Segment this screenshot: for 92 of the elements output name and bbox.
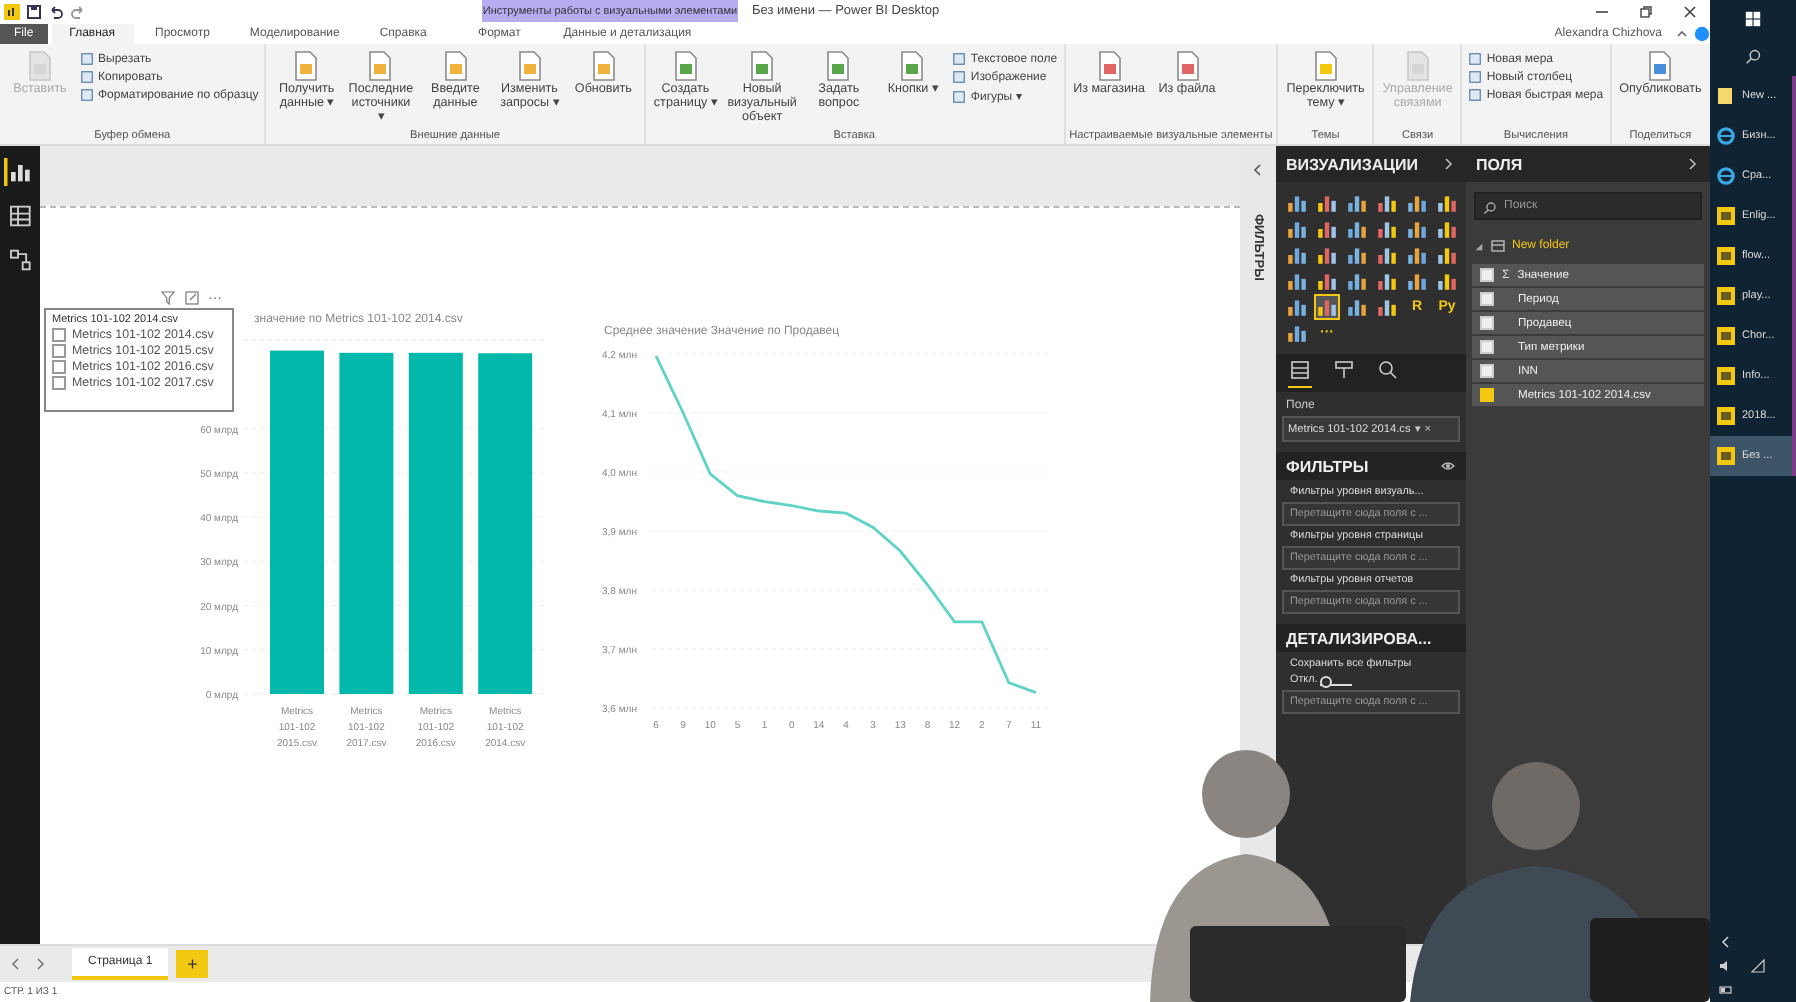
browser-icon bbox=[1716, 166, 1736, 186]
document-icon bbox=[292, 50, 321, 82]
undo-icon[interactable] bbox=[48, 3, 64, 19]
chart-type-icon[interactable] bbox=[1346, 192, 1368, 214]
pane-title: ПОЛЯ bbox=[1476, 155, 1523, 173]
browser-icon bbox=[1716, 126, 1736, 146]
chart-type-icon[interactable] bbox=[1436, 192, 1458, 214]
checkbox[interactable] bbox=[52, 344, 66, 358]
chevron-right-icon[interactable] bbox=[1684, 156, 1700, 172]
add-page-button[interactable]: + bbox=[176, 950, 209, 978]
filter-icon[interactable] bbox=[160, 290, 176, 306]
checkbox[interactable] bbox=[1480, 268, 1494, 282]
chart-type-icon[interactable] bbox=[1376, 244, 1398, 266]
restore-icon[interactable] bbox=[1638, 3, 1654, 19]
chart-type-icon[interactable] bbox=[1286, 244, 1308, 266]
document-icon bbox=[1095, 50, 1124, 82]
chart-type-icon[interactable] bbox=[1376, 192, 1398, 214]
help-icon[interactable] bbox=[1694, 25, 1710, 41]
document-icon bbox=[1646, 50, 1675, 82]
chart-type-icon[interactable] bbox=[1316, 218, 1338, 240]
expanded-caret-icon[interactable] bbox=[1474, 241, 1484, 251]
chart-type-icon[interactable] bbox=[1286, 270, 1308, 292]
chart-type-icon[interactable] bbox=[1346, 244, 1368, 266]
redo-icon[interactable] bbox=[70, 3, 86, 19]
document-icon bbox=[824, 50, 853, 82]
table-icon[interactable] bbox=[4, 202, 32, 230]
chart-type-icon[interactable] bbox=[1436, 244, 1458, 266]
close-icon[interactable] bbox=[1682, 3, 1698, 19]
search-icon[interactable] bbox=[1744, 48, 1762, 66]
chart-type-icon[interactable] bbox=[1286, 218, 1308, 240]
document-icon bbox=[671, 50, 700, 82]
filters-title: ФИЛЬТРЫ bbox=[1286, 457, 1369, 475]
chart-type-icon[interactable] bbox=[1406, 192, 1428, 214]
checkbox[interactable] bbox=[1480, 340, 1494, 354]
document-icon bbox=[366, 50, 395, 82]
collapse-ribbon-icon[interactable] bbox=[1674, 25, 1690, 41]
chart-type-icon[interactable] bbox=[1316, 244, 1338, 266]
laptop-drawing bbox=[1590, 918, 1710, 1002]
signal-icon[interactable] bbox=[1750, 958, 1766, 974]
chart-type-icon[interactable] bbox=[1316, 270, 1338, 292]
table-icon bbox=[1490, 238, 1506, 254]
battery-icon[interactable] bbox=[1718, 982, 1734, 998]
next-page-icon[interactable] bbox=[32, 956, 48, 972]
document-icon bbox=[748, 50, 777, 82]
save-icon[interactable] bbox=[26, 3, 42, 19]
checkbox[interactable] bbox=[52, 376, 66, 390]
diagram-icon[interactable] bbox=[4, 246, 32, 274]
checkbox[interactable] bbox=[1480, 292, 1494, 306]
chart-type-icon[interactable] bbox=[1346, 270, 1368, 292]
chart-type-icon[interactable] bbox=[1406, 244, 1428, 266]
folder-icon bbox=[1716, 86, 1736, 106]
chart-type-icon[interactable] bbox=[1376, 270, 1398, 292]
search-icon bbox=[1482, 200, 1498, 216]
chart-type-icon[interactable] bbox=[1376, 218, 1398, 240]
toggle-switch[interactable] bbox=[1319, 674, 1352, 686]
chart-type-icon[interactable] bbox=[1286, 296, 1308, 318]
chart-type-icon[interactable] bbox=[1346, 296, 1368, 318]
chart-type-icon[interactable] bbox=[1406, 218, 1428, 240]
previous-page-icon[interactable] bbox=[8, 956, 24, 972]
chart-type-icon[interactable] bbox=[1376, 296, 1398, 318]
chart-type-icon[interactable] bbox=[1316, 296, 1338, 318]
document-icon bbox=[898, 50, 927, 82]
windows-logo-icon[interactable] bbox=[1744, 10, 1762, 28]
chevron-left-icon[interactable] bbox=[1250, 162, 1266, 178]
document-icon bbox=[515, 50, 544, 82]
drillthrough-title: ДЕТАЛИЗИРОВА... bbox=[1286, 629, 1432, 647]
checkbox[interactable] bbox=[1480, 316, 1494, 330]
chart-type-icon[interactable] bbox=[1406, 270, 1428, 292]
document-icon bbox=[589, 50, 618, 82]
chart-type-icon[interactable] bbox=[1436, 270, 1458, 292]
document-icon bbox=[441, 50, 470, 82]
document-icon bbox=[1311, 50, 1340, 82]
pane-title: ВИЗУАЛИЗАЦИИ bbox=[1286, 155, 1418, 173]
chart-type-icon[interactable] bbox=[1436, 218, 1458, 240]
checkbox[interactable] bbox=[1480, 364, 1494, 378]
eye-icon[interactable] bbox=[1440, 458, 1456, 474]
chart-type-icon[interactable] bbox=[1316, 192, 1338, 214]
checkbox[interactable] bbox=[52, 360, 66, 374]
app-logo-icon bbox=[4, 3, 20, 19]
focus-mode-icon[interactable] bbox=[184, 290, 200, 306]
document-icon bbox=[1173, 50, 1202, 82]
chevron-right-icon[interactable] bbox=[1440, 156, 1456, 172]
document-icon bbox=[26, 50, 54, 82]
chevron-left-icon[interactable] bbox=[1718, 934, 1734, 950]
chart-type-icon[interactable] bbox=[1286, 192, 1308, 214]
chart-type-icon[interactable] bbox=[1286, 322, 1308, 344]
checkbox[interactable] bbox=[1480, 388, 1494, 402]
document-icon bbox=[1403, 50, 1432, 82]
chart-type-icon[interactable] bbox=[1346, 218, 1368, 240]
fields-icon[interactable] bbox=[1288, 358, 1312, 388]
bar-chart-icon[interactable] bbox=[4, 158, 32, 186]
checkbox[interactable] bbox=[52, 328, 66, 342]
